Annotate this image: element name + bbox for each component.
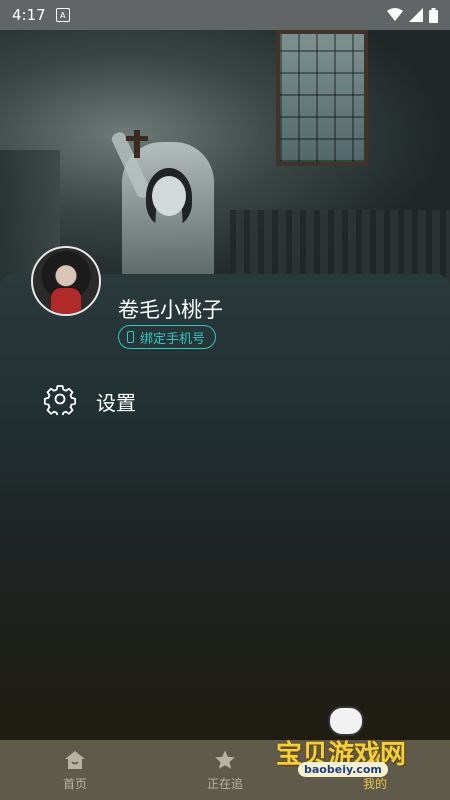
cross-icon bbox=[126, 130, 148, 158]
battery-icon bbox=[429, 7, 438, 23]
notification-app-icon: A bbox=[55, 8, 70, 22]
tab-home[interactable]: 首页 bbox=[0, 740, 150, 800]
signal-icon bbox=[409, 8, 423, 22]
status-icons bbox=[387, 7, 438, 23]
tab-mine[interactable]: 我的 bbox=[300, 740, 450, 800]
username: 卷毛小桃子 bbox=[118, 298, 223, 322]
home-icon bbox=[65, 750, 85, 769]
tab-following-label: 正在追 bbox=[206, 776, 243, 791]
status-time: 4:17 bbox=[12, 6, 46, 24]
tab-following[interactable]: 正在追 bbox=[150, 740, 300, 800]
star-icon bbox=[215, 750, 235, 769]
tab-mine-label: 我的 bbox=[362, 776, 387, 791]
settings-label: 设置 bbox=[96, 391, 136, 415]
bind-phone-button[interactable]: 绑定手机号 bbox=[118, 325, 217, 349]
wifi-icon bbox=[387, 8, 403, 21]
gear-icon bbox=[44, 385, 76, 415]
bottom-tab-bar: 首页 正在追 我的 bbox=[0, 740, 450, 800]
user-icon bbox=[366, 750, 384, 770]
avatar[interactable] bbox=[31, 246, 101, 316]
status-bar: 4:17 A bbox=[0, 0, 450, 30]
profile-panel bbox=[0, 274, 450, 740]
tab-home-label: 首页 bbox=[62, 776, 87, 791]
phone-icon bbox=[127, 331, 134, 343]
cover-window bbox=[276, 30, 368, 166]
settings-menu-item[interactable]: 设置 bbox=[0, 376, 450, 422]
bind-phone-label: 绑定手机号 bbox=[140, 331, 206, 347]
